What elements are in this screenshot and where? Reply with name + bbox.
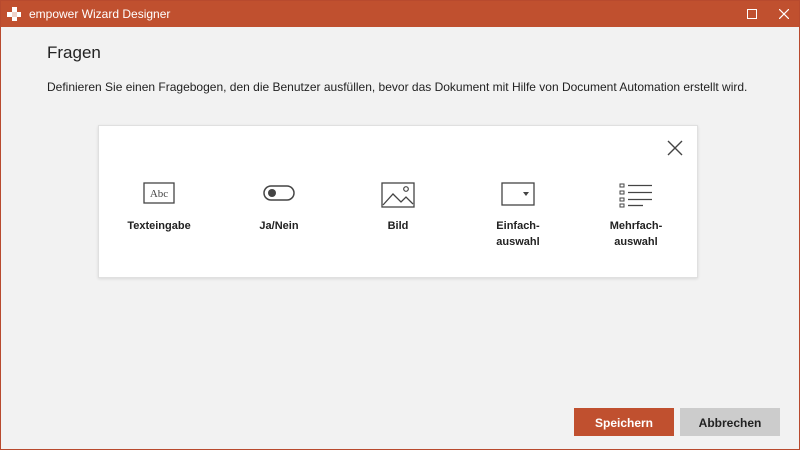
- question-type-label: Mehrfach- auswahl: [609, 220, 663, 248]
- svg-text:Abc: Abc: [150, 188, 168, 200]
- app-window: empower Wizard Designer Fragen Definiere…: [0, 0, 800, 450]
- question-type-yes-no[interactable]: Ja/Nein: [229, 178, 329, 258]
- page-description: Definieren Sie einen Fragebogen, den die…: [47, 80, 748, 94]
- text-input-icon: Abc: [143, 182, 175, 204]
- question-type-text-input[interactable]: Abc Texteingabe: [109, 178, 209, 258]
- page-title: Fragen: [47, 43, 101, 62]
- question-type-multiple-choice[interactable]: Mehrfach- auswahl: [586, 178, 686, 258]
- title-bar[interactable]: empower Wizard Designer: [1, 1, 799, 27]
- checklist-icon: [619, 183, 652, 208]
- question-type-single-choice[interactable]: Einfach- auswahl: [468, 178, 568, 258]
- panel-close-icon[interactable]: [665, 138, 685, 158]
- question-type-label: Ja/Nein: [259, 220, 299, 232]
- question-type-image[interactable]: Bild: [348, 178, 448, 258]
- empower-logo-icon: [7, 7, 21, 21]
- maximize-button[interactable]: [735, 1, 769, 27]
- toggle-icon: [263, 185, 295, 201]
- question-type-label: Bild: [387, 220, 409, 232]
- maximize-icon: [747, 9, 757, 19]
- window-close-button[interactable]: [767, 1, 800, 27]
- window-title: empower Wizard Designer: [29, 7, 171, 21]
- question-type-label: Einfach- auswahl: [496, 220, 540, 248]
- image-icon: [381, 182, 415, 208]
- save-button[interactable]: Speichern: [574, 408, 674, 436]
- question-type-label: Texteingabe: [127, 220, 191, 232]
- question-type-panel: Abc Texteingabe Ja/Nein Bild Einfach- au…: [98, 125, 698, 278]
- cancel-button[interactable]: Abbrechen: [680, 408, 780, 436]
- dropdown-icon: [501, 182, 535, 206]
- close-icon: [779, 9, 789, 19]
